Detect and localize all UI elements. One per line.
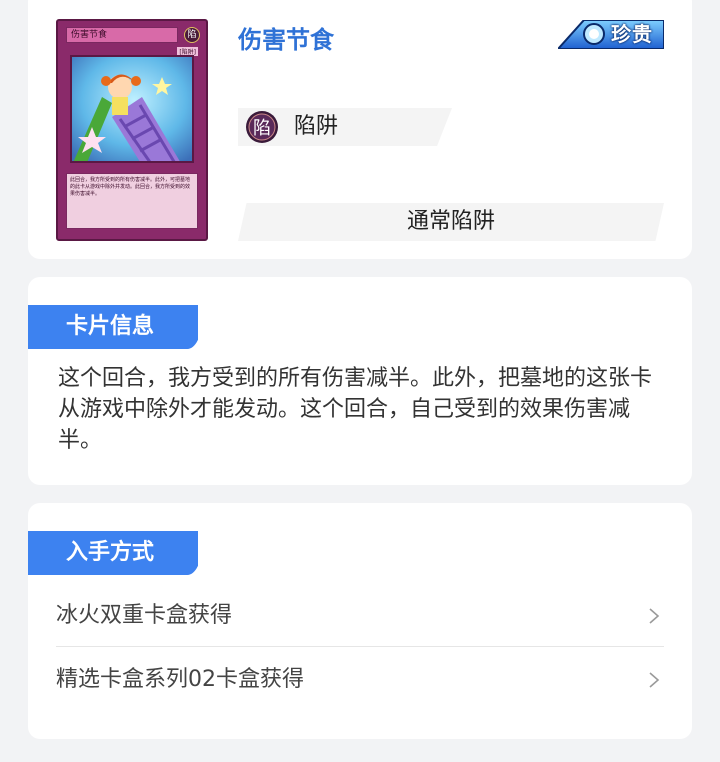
section-header-acquisition: 入手方式 (28, 531, 198, 575)
rarity-label: 珍贵 (611, 22, 653, 46)
card-summary-panel: 伤害节食 陷 [陷阱] 此回合，我方所受到的所有伤害减半。此外，可把墓地的此卡从… (28, 0, 692, 259)
chevron-right-icon (649, 608, 660, 624)
artwork-description: 此回合，我方所受到的所有伤害减半。此外，可把墓地的此卡从游戏中除外并发动。此回合… (66, 173, 198, 229)
card-effect-text: 这个回合，我方受到的所有伤害减半。此外，把墓地的这张卡从游戏中除外才能发动。这个… (58, 366, 653, 453)
acquisition-item[interactable]: 精选卡盒系列02卡盒获得 (56, 648, 664, 712)
chevron-right-icon (649, 672, 660, 688)
divider (56, 646, 664, 647)
section-header-card-info: 卡片信息 (28, 305, 198, 349)
artwork-attribute-icon: 陷 (184, 27, 200, 43)
card-artwork[interactable]: 伤害节食 陷 [陷阱] 此回合，我方所受到的所有伤害减半。此外，可把墓地的此卡从… (56, 19, 208, 241)
trap-attribute-char: 陷 (253, 118, 271, 139)
section-title: 入手方式 (66, 540, 155, 565)
section-title: 卡片信息 (66, 314, 155, 339)
card-subtype: 通常陷阱 (238, 203, 664, 241)
acquisition-item[interactable]: 冰火双重卡盒获得 (56, 584, 664, 648)
acquisition-panel: 入手方式 冰火双重卡盒获得 精选卡盒系列02卡盒获得 (28, 503, 692, 739)
acquisition-item-label: 精选卡盒系列02卡盒获得 (56, 667, 304, 692)
acquisition-item-label: 冰火双重卡盒获得 (56, 603, 233, 628)
artwork-illustration (70, 55, 194, 163)
card-info-panel: 卡片信息 这个回合，我方受到的所有伤害减半。此外，把墓地的这张卡从游戏中除外才能… (28, 277, 692, 485)
card-type-label: 陷阱 (294, 114, 339, 139)
trap-attribute-icon: 陷 (245, 110, 279, 144)
card-name: 伤害节食 (238, 26, 334, 54)
rarity-badge: 珍贵 (555, 19, 665, 50)
artwork-card-name: 伤害节食 (66, 27, 178, 43)
